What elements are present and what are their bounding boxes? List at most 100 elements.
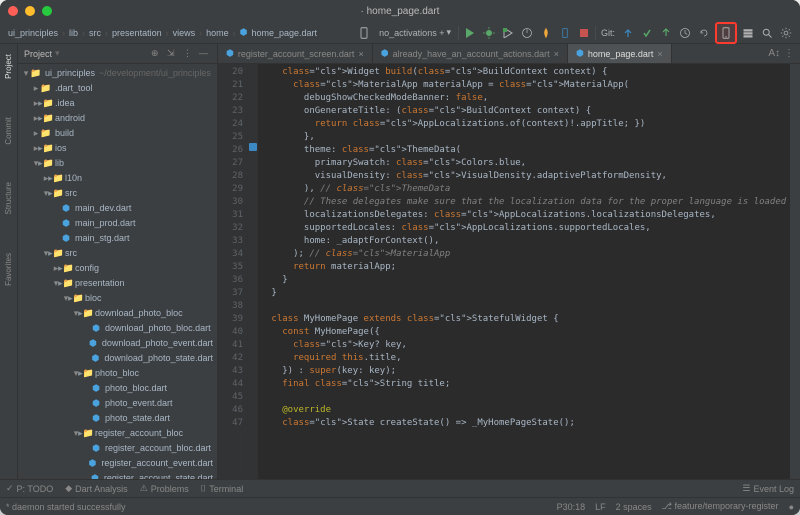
project-tool-tab[interactable]: Project (4, 50, 13, 83)
problems-tool-tab[interactable]: ⚠Problems (140, 483, 189, 494)
tree-node[interactable]: ⬢download_photo_state.dart (18, 351, 217, 366)
profile-button[interactable] (519, 25, 535, 41)
terminal-tool-tab[interactable]: ⌷Terminal (201, 483, 243, 494)
breadcrumb-item[interactable]: ui_principles (8, 28, 58, 38)
breadcrumb-item[interactable]: lib (69, 28, 78, 38)
flutter-inspector-highlight (715, 22, 737, 44)
breadcrumb[interactable]: ui_principles› lib› src› presentation› v… (0, 27, 317, 38)
breadcrumb-item[interactable]: views (173, 28, 196, 38)
stop-button[interactable] (576, 25, 592, 41)
tree-node[interactable]: ⬢main_stg.dart (18, 231, 217, 246)
dart-analysis-tool-tab[interactable]: ◆Dart Analysis (65, 483, 127, 494)
tree-node[interactable]: ⬢main_prod.dart (18, 216, 217, 231)
left-tool-stripe: Project Commit Structure Favorites (0, 44, 18, 479)
breadcrumb-item[interactable]: presentation (112, 28, 162, 38)
project-panel: Project ▾ ⊕ ⇲ ⋮ — ▾📁ui_principles~/devel… (18, 44, 218, 479)
editor-tab-label: home_page.dart (588, 49, 654, 59)
tree-node[interactable]: ⬢register_account_event.dart (18, 456, 217, 471)
breadcrumb-item[interactable]: home (206, 28, 229, 38)
line-number-gutter[interactable]: 2021222324252627282930313233343536373839… (218, 64, 248, 479)
tree-node[interactable]: ▾▸📁download_photo_bloc (18, 306, 217, 321)
structure-tool-tab[interactable]: Structure (4, 178, 13, 218)
tree-node[interactable]: ⬢main_dev.dart (18, 201, 217, 216)
breadcrumb-item[interactable]: src (89, 28, 101, 38)
hot-reload-button[interactable] (538, 25, 554, 41)
gutter-marker-icon[interactable] (249, 143, 257, 151)
status-bar: * daemon started successfully P30:18 LF … (0, 497, 800, 515)
device-selector[interactable] (356, 25, 372, 41)
tree-node[interactable]: ▾▸📁src (18, 186, 217, 201)
indent-info[interactable]: 2 spaces (616, 502, 652, 512)
tree-node[interactable]: ▸📁.dart_tool (18, 81, 217, 96)
tree-node[interactable]: ▸📁build (18, 126, 217, 141)
favorites-tool-tab[interactable]: Favorites (4, 249, 13, 290)
tree-node[interactable]: ▾▸📁photo_bloc (18, 366, 217, 381)
tree-node[interactable]: ⬢photo_event.dart (18, 396, 217, 411)
coverage-button[interactable] (500, 25, 516, 41)
tree-node[interactable]: ▸▸📁config (18, 261, 217, 276)
search-everywhere-button[interactable] (759, 25, 775, 41)
vcs-update-button[interactable] (620, 25, 636, 41)
tree-node[interactable]: ▾📁ui_principles~/development/ui_principl… (18, 66, 217, 81)
select-opened-file-icon[interactable]: ⊕ (151, 48, 163, 60)
vcs-history-button[interactable] (677, 25, 693, 41)
tree-node[interactable]: ▾▸📁lib (18, 156, 217, 171)
editor-body: 2021222324252627282930313233343536373839… (218, 64, 800, 479)
tree-node[interactable]: ⬢register_account_state.dart (18, 471, 217, 479)
git-branch[interactable]: ⎇ feature/temporary-register (662, 501, 779, 512)
editor-tab[interactable]: ⬢ home_page.dart × (568, 44, 672, 63)
close-tab-icon[interactable]: × (358, 49, 363, 59)
tree-node[interactable]: ⬢download_photo_event.dart (18, 336, 217, 351)
close-tab-icon[interactable]: × (657, 49, 662, 59)
close-tab-icon[interactable]: × (554, 49, 559, 59)
event-log-tool-tab[interactable]: ☰Event Log (742, 483, 794, 494)
toolbar-actions: no_activations +▾ Git: (356, 22, 800, 44)
tree-node[interactable]: ⬢photo_state.dart (18, 411, 217, 426)
tree-node[interactable]: ▸▸📁.idea (18, 96, 217, 111)
editor-tab[interactable]: ⬢ register_account_screen.dart × (218, 44, 373, 63)
hide-panel-icon[interactable]: — (199, 48, 211, 60)
avd-manager-button[interactable] (718, 25, 734, 41)
tree-node[interactable]: ▸▸📁l10n (18, 171, 217, 186)
tree-node[interactable]: ⬢register_account_bloc.dart (18, 441, 217, 456)
minimize-window-button[interactable] (25, 6, 35, 16)
bottom-tool-stripe: ✓P: TODO ◆Dart Analysis ⚠Problems ⌷Termi… (0, 479, 800, 497)
tree-node[interactable]: ⬢download_photo_bloc.dart (18, 321, 217, 336)
reader-mode-icon[interactable]: A↕ (768, 48, 780, 59)
tree-node[interactable]: ▸▸📁ios (18, 141, 217, 156)
breadcrumb-file[interactable]: home_page.dart (251, 28, 317, 38)
zoom-window-button[interactable] (42, 6, 52, 16)
vcs-rollback-button[interactable] (696, 25, 712, 41)
todo-tool-tab[interactable]: ✓P: TODO (6, 483, 53, 494)
vcs-commit-button[interactable] (639, 25, 655, 41)
project-panel-header: Project ▾ ⊕ ⇲ ⋮ — (18, 44, 217, 64)
caret-position[interactable]: P30:18 (557, 502, 586, 512)
panel-settings-icon[interactable]: ⋮ (183, 48, 195, 60)
error-stripe[interactable] (790, 64, 800, 479)
expand-all-icon[interactable]: ⇲ (167, 48, 179, 60)
settings-button[interactable] (778, 25, 794, 41)
code-editor[interactable]: class="cls">Widget build(class="cls">Bui… (258, 64, 790, 479)
vcs-push-button[interactable] (658, 25, 674, 41)
tree-node[interactable]: ▾▸📁presentation (18, 276, 217, 291)
run-button[interactable] (462, 25, 478, 41)
tree-node[interactable]: ▾▸📁src (18, 246, 217, 261)
close-window-button[interactable] (8, 6, 18, 16)
commit-tool-tab[interactable]: Commit (4, 113, 13, 149)
status-message: * daemon started successfully (6, 502, 126, 512)
tree-node[interactable]: ▾▸📁register_account_bloc (18, 426, 217, 441)
editor-tab[interactable]: ⬢ already_have_an_account_actions.dart × (373, 44, 568, 63)
window-controls (8, 6, 52, 16)
memory-indicator[interactable]: ● (789, 502, 794, 512)
tree-node[interactable]: ⬢photo_bloc.dart (18, 381, 217, 396)
attach-debugger-button[interactable] (557, 25, 573, 41)
sdk-manager-button[interactable] (740, 25, 756, 41)
line-separator[interactable]: LF (595, 502, 606, 512)
debug-button[interactable] (481, 25, 497, 41)
run-config-selector[interactable]: no_activations +▾ (375, 27, 455, 38)
tab-list-icon[interactable]: ⋮ (784, 48, 794, 59)
annotation-gutter (248, 64, 258, 479)
project-tree[interactable]: ▾📁ui_principles~/development/ui_principl… (18, 64, 217, 479)
tree-node[interactable]: ▸▸📁android (18, 111, 217, 126)
tree-node[interactable]: ▾▸📁bloc (18, 291, 217, 306)
